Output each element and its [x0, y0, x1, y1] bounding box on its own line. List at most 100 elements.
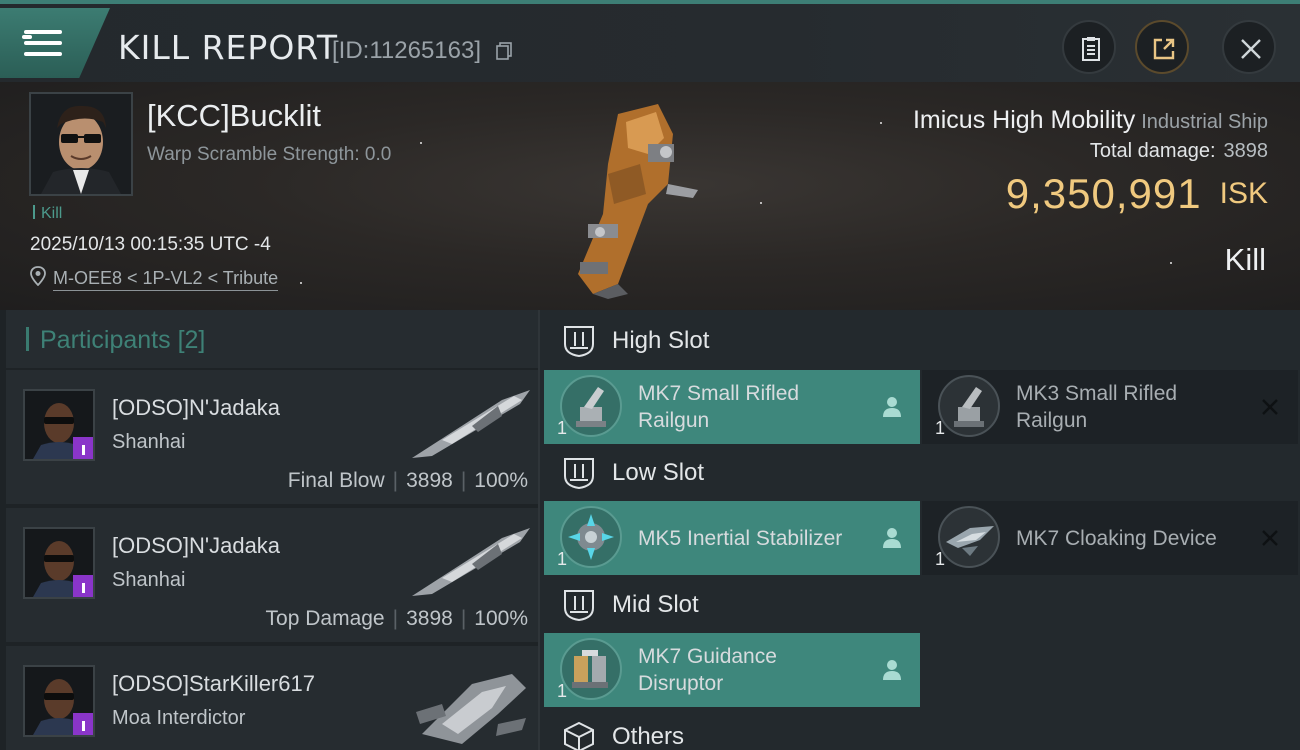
- victim-ship-render: [578, 104, 698, 299]
- participants-header: Participants [2]: [6, 310, 540, 368]
- low-slot-label: Low Slot: [612, 459, 705, 486]
- dropped-person-icon: [883, 660, 901, 680]
- inertial-stabilizer-icon: [560, 506, 622, 568]
- module-item[interactable]: 1 MK5 Inertial Stabilizer: [544, 501, 920, 575]
- participant-ship-render: [412, 528, 530, 596]
- ship-class: Industrial Ship: [1141, 111, 1268, 133]
- clipboard-button[interactable]: [1062, 20, 1116, 74]
- module-name: MK7 Small Rifled Railgun: [638, 382, 800, 432]
- victim-name[interactable]: [KCC]Bucklit: [147, 98, 321, 134]
- mid-slot-icon: [564, 590, 594, 622]
- railgun-icon: [938, 375, 1000, 437]
- module-item[interactable]: 1 MK7 Small Rifled Railgun: [544, 370, 920, 444]
- page-title: KILL REPORT: [118, 28, 338, 67]
- participant-name[interactable]: [ODSO]N'Jadaka: [112, 395, 280, 421]
- low-slot-icon: [564, 458, 594, 490]
- module-item[interactable]: 1 MK7 Guidance Disruptor: [544, 633, 920, 707]
- total-damage-label: Total damage:: [1089, 140, 1216, 162]
- participant-damage: 3898: [406, 469, 453, 492]
- module-name: MK7 Cloaking Device: [1016, 527, 1217, 550]
- module-quantity: 1: [935, 418, 946, 438]
- dropped-person-icon: [883, 397, 901, 417]
- participant-ship-render: [412, 390, 530, 458]
- high-slot-icon: [564, 326, 594, 358]
- others-header: Others: [544, 706, 1300, 750]
- menu-button[interactable]: [0, 8, 110, 78]
- module-item[interactable]: 1 MK3 Small Rifled Railgun: [922, 370, 1298, 444]
- participant-name[interactable]: [ODSO]StarKiller617: [112, 671, 315, 697]
- close-icon: [1241, 39, 1261, 59]
- participant-avatar[interactable]: [23, 665, 95, 737]
- high-slot-header: High Slot: [544, 310, 1300, 372]
- mid-slot-label: Mid Slot: [612, 591, 699, 618]
- share-button[interactable]: [1135, 20, 1189, 74]
- victim-portrait[interactable]: [29, 92, 133, 196]
- corp-badge-icon: [73, 575, 93, 597]
- participants-panel: Participants [2] [ODSO]N'Jadaka Shanhai …: [0, 310, 540, 750]
- module-name: MK7 Guidance Disruptor: [638, 645, 777, 695]
- corp-badge-icon: [73, 437, 93, 459]
- module-quantity: 1: [557, 681, 568, 701]
- participant-stats: Top Damage | 3898 | 100%: [265, 607, 528, 630]
- module-name: MK5 Inertial Stabilizer: [638, 527, 843, 550]
- ship-name[interactable]: Imicus High Mobility: [913, 106, 1135, 134]
- share-icon: [1153, 38, 1175, 60]
- module-item[interactable]: 1 MK7 Cloaking Device: [922, 501, 1298, 575]
- total-damage: Total damage: 3898: [1090, 140, 1268, 163]
- hamburger-menu-icon: [22, 30, 62, 60]
- participant-ship-render: [416, 674, 526, 744]
- fitting-panel: High Slot 1 MK7 Small Rifled Railgun 1 M…: [540, 310, 1300, 750]
- module-quantity: 1: [557, 418, 568, 438]
- module-quantity: 1: [935, 549, 946, 569]
- kill-location[interactable]: M-OEE8 < 1P-VL2 < Tribute: [30, 266, 279, 291]
- header-bar: KILL REPORT [ID:11265163]: [0, 4, 1300, 82]
- module-quantity: 1: [557, 549, 568, 569]
- participants-count: [2]: [177, 326, 206, 354]
- total-damage-value: 3898: [1223, 140, 1269, 162]
- participant-percent: 100%: [474, 607, 528, 630]
- high-slot-label: High Slot: [612, 327, 710, 354]
- participant-avatar[interactable]: [23, 389, 95, 461]
- kill-type-tag: Kill: [33, 205, 62, 223]
- participant-row[interactable]: [ODSO]N'Jadaka Shanhai Top Damage | 3898 | 1…: [6, 508, 538, 642]
- participant-damage: 3898: [406, 607, 453, 630]
- participant-role: Top Damage: [265, 607, 385, 630]
- participant-role: Final Blow: [287, 469, 385, 492]
- others-label: Others: [612, 723, 685, 750]
- participant-stats: Final Blow | 3898 | 100%: [287, 469, 528, 492]
- participant-ship: Moa Interdictor: [112, 707, 246, 729]
- corp-badge-icon: [73, 713, 93, 735]
- participant-name[interactable]: [ODSO]N'Jadaka: [112, 533, 280, 559]
- participant-avatar[interactable]: [23, 527, 95, 599]
- participant-ship: Shanhai: [112, 569, 186, 591]
- railgun-icon: [560, 375, 622, 437]
- kill-summary: [KCC]Bucklit Warp Scramble Strength: 0.0…: [0, 82, 1300, 310]
- location-link[interactable]: M-OEE8 < 1P-VL2 < Tribute: [53, 268, 279, 291]
- isk-unit: ISK: [1219, 177, 1268, 210]
- participant-row[interactable]: [ODSO]N'Jadaka Shanhai Final Blow | 3898 | 1…: [6, 370, 538, 504]
- copy-icon[interactable]: [496, 42, 512, 60]
- participant-percent: 100%: [474, 469, 528, 492]
- victim-ship: Imicus High Mobility Industrial Ship: [913, 106, 1268, 135]
- isk-amount: 9,350,991: [1005, 170, 1202, 217]
- participant-ship: Shanhai: [112, 431, 186, 453]
- dropped-person-icon: [883, 528, 901, 548]
- cloaking-device-icon: [938, 506, 1000, 568]
- location-pin-icon: [30, 266, 46, 287]
- guidance-disruptor-icon: [560, 638, 622, 700]
- report-id: [ID:11265163]: [332, 37, 482, 64]
- destroyed-x-icon: [1262, 399, 1278, 415]
- participants-label: Participants: [40, 326, 171, 354]
- mid-slot-header: Mid Slot: [544, 574, 1300, 636]
- destroyed-x-icon: [1262, 530, 1278, 546]
- cube-icon: [564, 721, 594, 750]
- warp-scramble-strength: Warp Scramble Strength: 0.0: [147, 144, 392, 165]
- low-slot-header: Low Slot: [544, 442, 1300, 504]
- clipboard-icon: [1082, 37, 1100, 61]
- kill-datetime: 2025/10/13 00:15:35 UTC -4: [30, 234, 271, 255]
- close-button[interactable]: [1222, 20, 1276, 74]
- participant-row[interactable]: [ODSO]StarKiller617 Moa Interdictor: [6, 646, 538, 750]
- isk-value: 9,350,991 ISK: [1006, 170, 1268, 218]
- kill-result: Kill: [1224, 242, 1266, 277]
- module-name: MK3 Small Rifled Railgun: [1016, 382, 1178, 432]
